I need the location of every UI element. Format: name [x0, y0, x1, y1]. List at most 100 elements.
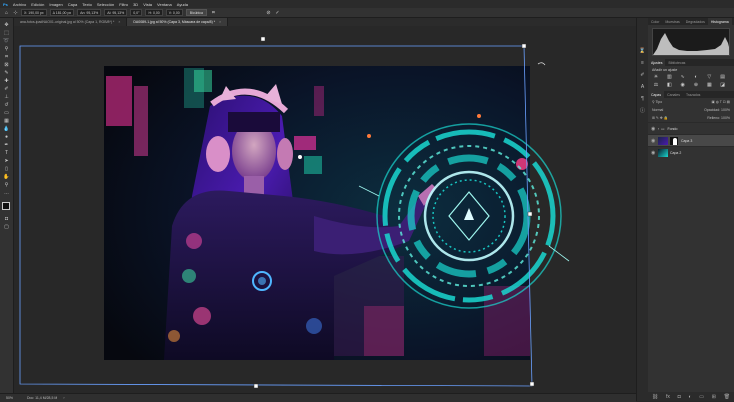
screen-mode-icon[interactable]: ▢: [3, 224, 10, 230]
layer-row[interactable]: ◉ Capa 2: [648, 146, 734, 158]
tab-histogram[interactable]: Histograma: [707, 18, 732, 25]
warp-icon[interactable]: ⌗: [211, 10, 216, 16]
levels-icon[interactable]: ▥: [665, 74, 673, 80]
tab-layers[interactable]: Capas: [648, 91, 665, 98]
dodge-tool-icon[interactable]: ●: [3, 134, 10, 140]
layer-mask-thumbnail[interactable]: [670, 136, 678, 145]
menu-3d[interactable]: 3D: [133, 2, 138, 7]
search-icon[interactable]: ⚲ Tipo: [652, 100, 662, 104]
transform-handle-top-right[interactable]: [521, 43, 527, 49]
interpolation-select[interactable]: Bicúbica: [185, 9, 207, 16]
transform-handle-right[interactable]: [527, 211, 533, 217]
menu-archivo[interactable]: Archivo: [13, 2, 26, 7]
tab-paths[interactable]: Trazados: [683, 91, 703, 98]
menu-ayuda[interactable]: Ayuda: [177, 2, 188, 7]
menu-vista[interactable]: Vista: [143, 2, 152, 7]
layer-row[interactable]: ◉ Capa 3: [648, 134, 734, 146]
canvas-area[interactable]: [14, 26, 636, 393]
layer-name[interactable]: Fondo: [667, 127, 677, 131]
opacity-value[interactable]: 100%: [721, 108, 730, 112]
home-icon[interactable]: ⌂: [4, 10, 9, 16]
trash-icon[interactable]: 🗑: [724, 394, 730, 400]
info-icon[interactable]: ⓘ: [639, 108, 646, 114]
history-brush-icon[interactable]: ↺: [3, 102, 10, 108]
transform-handle-bottom-right[interactable]: [529, 381, 535, 387]
vibrance-icon[interactable]: ▽: [705, 74, 713, 80]
menu-texto[interactable]: Texto: [82, 2, 92, 7]
properties-icon[interactable]: ≡: [639, 60, 646, 66]
foreground-color-swatch[interactable]: [2, 202, 10, 210]
h-skew-field[interactable]: H: 0,00: [145, 9, 163, 16]
gradient-tool-icon[interactable]: ▦: [3, 118, 10, 124]
add-mask-icon[interactable]: ◘: [678, 394, 681, 400]
fill-value[interactable]: 100%: [721, 116, 730, 120]
paragraph-icon[interactable]: ¶: [639, 96, 646, 102]
blend-mode-select[interactable]: Normal: [652, 108, 663, 112]
width-field[interactable]: An: 95,13%: [77, 9, 102, 16]
eye-icon[interactable]: ◉: [651, 138, 656, 144]
layer-row[interactable]: ◉ › ▭ Fondo: [648, 122, 734, 134]
new-layer-icon[interactable]: ⊞: [712, 394, 716, 400]
y-field[interactable]: Δ 181,00 px: [49, 9, 75, 16]
rotate-field[interactable]: 0,0°: [130, 9, 143, 16]
chevron-right-icon[interactable]: ›: [63, 396, 64, 400]
curves-icon[interactable]: ∿: [679, 74, 687, 80]
lock-icons[interactable]: ⊞ ✎ ✥ 🔒: [652, 116, 668, 120]
move-tool-icon[interactable]: ✥: [3, 22, 10, 28]
menu-imagen[interactable]: Imagen: [49, 2, 62, 7]
more-tools-icon[interactable]: …: [3, 190, 10, 196]
color-lookup-icon[interactable]: ▦: [705, 82, 713, 88]
tab-swatches[interactable]: Muestras: [662, 18, 682, 25]
zoom-level[interactable]: 50%: [6, 396, 13, 400]
crop-tool-icon[interactable]: ⌗: [3, 54, 10, 60]
tab-color[interactable]: Color: [648, 18, 662, 25]
fx-icon[interactable]: fx: [666, 394, 670, 400]
hue-saturation-icon[interactable]: ▤: [719, 74, 727, 80]
brush-settings-icon[interactable]: ✐: [639, 72, 646, 78]
tab-gradients[interactable]: Degradados: [683, 18, 708, 25]
eye-icon[interactable]: ◉: [651, 150, 656, 156]
hand-tool-icon[interactable]: ✋: [3, 174, 10, 180]
path-select-icon[interactable]: ➤: [3, 158, 10, 164]
menu-ventana[interactable]: Ventana: [157, 2, 172, 7]
lasso-tool-icon[interactable]: ➰: [3, 38, 10, 44]
filter-icons[interactable]: ▣ ◍ T ⊡ ▤: [711, 100, 730, 104]
frame-tool-icon[interactable]: ⊠: [3, 62, 10, 68]
pen-tool-icon[interactable]: ✒: [3, 142, 10, 148]
transform-handle-bottom[interactable]: [253, 383, 259, 389]
healing-brush-icon[interactable]: ✚: [3, 78, 10, 84]
brightness-icon[interactable]: ☀: [652, 74, 660, 80]
x-field[interactable]: X: 190,00 px: [21, 9, 47, 16]
group-icon[interactable]: ▭: [699, 394, 704, 400]
cancel-icon[interactable]: ⊘: [266, 10, 271, 16]
exposure-icon[interactable]: ◐: [692, 74, 700, 80]
transform-reference-point[interactable]: [298, 155, 302, 159]
menu-filtro[interactable]: Filtro: [119, 2, 128, 7]
transform-icon[interactable]: ⊹: [13, 10, 18, 16]
layer-name[interactable]: Capa 3: [681, 139, 692, 143]
close-icon[interactable]: ×: [118, 20, 120, 24]
ps-logo[interactable]: Ps: [3, 2, 8, 7]
close-icon[interactable]: ×: [219, 20, 221, 24]
menu-capa[interactable]: Capa: [68, 2, 78, 7]
black-white-icon[interactable]: ◧: [665, 82, 673, 88]
brush-tool-icon[interactable]: ✐: [3, 86, 10, 92]
tab-adjustments[interactable]: Ajustes: [648, 59, 666, 66]
eraser-tool-icon[interactable]: ▭: [3, 110, 10, 116]
blur-tool-icon[interactable]: 💧: [3, 126, 10, 132]
tab-channels[interactable]: Canales: [664, 91, 683, 98]
link-icon[interactable]: ⛓: [652, 394, 658, 400]
channel-mixer-icon[interactable]: ⊕: [692, 82, 700, 88]
photo-filter-icon[interactable]: ◉: [679, 82, 687, 88]
tab-document-1[interactable]: ana-fotos-ipadNAO01-original.jpg al 50% …: [14, 18, 128, 26]
marquee-tool-icon[interactable]: ⬚: [3, 30, 10, 36]
invert-icon[interactable]: ◪: [719, 82, 727, 88]
transform-handle-top[interactable]: [260, 36, 266, 42]
menu-seleccion[interactable]: Selección: [97, 2, 114, 7]
quick-mask-icon[interactable]: ◘: [3, 216, 10, 222]
zoom-tool-icon[interactable]: ⚲: [3, 182, 10, 188]
quick-select-icon[interactable]: ⚲: [3, 46, 10, 52]
adjustment-layer-icon[interactable]: ◐: [688, 394, 691, 400]
color-balance-icon[interactable]: ⚖: [652, 82, 660, 88]
eyedropper-icon[interactable]: ✎: [3, 70, 10, 76]
